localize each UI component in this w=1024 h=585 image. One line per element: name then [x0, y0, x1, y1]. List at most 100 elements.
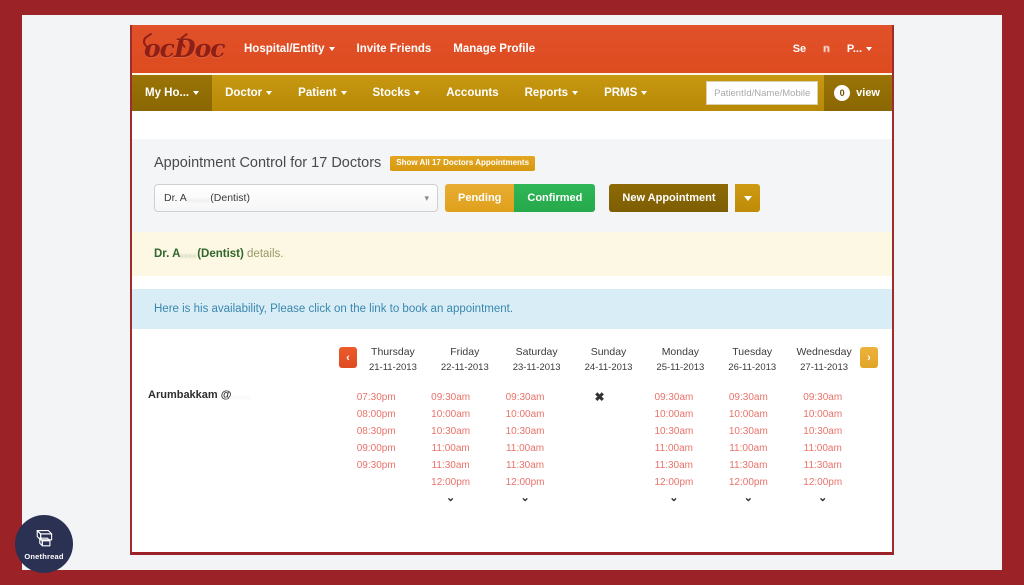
top-nav-hospital-entity[interactable]: Hospital/Entity [244, 43, 335, 55]
top-right-profile-menu[interactable]: P... [847, 43, 872, 55]
no-availability-icon: ✖ [594, 390, 605, 404]
day-name: Friday [450, 346, 480, 358]
doctor-details-specialty: (Dentist) [197, 248, 244, 260]
time-slot[interactable]: 10:00am [786, 406, 860, 423]
slot-column-thursday: 07:30pm 08:00pm 08:30pm 09:00pm 09:30pm [339, 389, 413, 505]
chevron-down-icon [328, 46, 335, 51]
time-slot[interactable]: 09:30am [488, 389, 562, 406]
top-nav-invite-friends[interactable]: Invite Friends [357, 43, 432, 55]
time-slot[interactable]: 12:00pm [488, 474, 562, 491]
top-nav-manage-profile[interactable]: Manage Profile [453, 43, 535, 55]
patient-search-placeholder: PatientId/Name/Mobile [714, 87, 811, 99]
doctor-select-suffix: (Dentist) [210, 192, 250, 204]
time-slot[interactable]: 10:30am [637, 423, 711, 440]
day-header-wednesday: Wednesday 27-11-2013 [788, 345, 860, 375]
time-slot[interactable]: 11:00am [413, 440, 487, 457]
time-slot[interactable]: 11:00am [711, 440, 785, 457]
top-nav-invite-friends-label: Invite Friends [356, 43, 432, 55]
time-slot[interactable]: 10:00am [488, 406, 562, 423]
nav-item-doctor-label: Doctor [225, 87, 263, 99]
slot-column-saturday: 09:30am 10:00am 10:30am 11:00am 11:30am … [488, 389, 562, 505]
doctor-select[interactable]: Dr. A...... (Dentist) ▾ [154, 184, 438, 212]
notice-gap [132, 276, 892, 289]
view-count-badge: 0 [834, 85, 851, 101]
time-slot[interactable]: 08:00pm [339, 406, 413, 423]
time-slot[interactable]: 12:00pm [637, 474, 711, 491]
time-slot[interactable]: 10:30am [711, 423, 785, 440]
time-slot[interactable]: 09:30pm [339, 457, 413, 474]
time-slot[interactable]: 12:00pm [413, 474, 487, 491]
show-more-slots-icon[interactable]: ⌄ [711, 491, 785, 505]
docdoc-logo[interactable]: ocDoc [140, 32, 226, 66]
main-nav-bar: My Ho... Doctor Patient Stocks Accounts … [132, 73, 892, 111]
time-slot[interactable]: 10:30am [413, 423, 487, 440]
chevron-down-icon [266, 91, 273, 95]
day-header-sunday: Sunday 24-11-2013 [573, 345, 645, 375]
nav-item-patient[interactable]: Patient [285, 75, 359, 111]
show-more-slots-icon[interactable]: ⌄ [637, 491, 711, 505]
time-slot[interactable]: 11:30am [413, 457, 487, 474]
top-right-profile-label: P... [846, 43, 862, 55]
time-slot[interactable]: 12:00pm [711, 474, 785, 491]
availability-notice: Here is his availability, Please click o… [132, 289, 892, 329]
time-slot[interactable]: 09:30am [711, 389, 785, 406]
time-slot[interactable]: 10:00am [637, 406, 711, 423]
onethread-label: Onethread [24, 551, 64, 561]
day-header-tuesday: Tuesday 26-11-2013 [716, 345, 788, 375]
time-slot[interactable]: 11:00am [637, 440, 711, 457]
time-slot[interactable]: 10:30am [786, 423, 860, 440]
new-appointment-dropdown-toggle[interactable] [735, 184, 761, 212]
nav-item-accounts[interactable]: Accounts [433, 75, 511, 111]
time-slot[interactable]: 07:30pm [339, 389, 413, 406]
time-slot[interactable]: 11:30am [488, 457, 562, 474]
view-cart-button[interactable]: 0 view [824, 75, 892, 111]
time-slot[interactable]: 10:00am [413, 406, 487, 423]
pending-filter-button[interactable]: Pending [445, 184, 515, 212]
time-slot[interactable]: 11:30am [711, 457, 785, 474]
venue-redacted: .... [231, 389, 252, 401]
slot-column-monday: 09:30am 10:00am 10:30am 11:00am 11:30am … [637, 389, 711, 505]
new-appointment-button[interactable]: New Appointment [609, 184, 729, 212]
chevron-down-icon [414, 91, 421, 95]
nav-item-stocks-label: Stocks [372, 87, 411, 99]
confirmed-filter-button[interactable]: Confirmed [514, 184, 596, 212]
patient-search-input[interactable]: PatientId/Name/Mobile [706, 81, 819, 105]
nav-item-reports[interactable]: Reports [512, 75, 591, 111]
top-nav: Hospital/Entity Invite Friends Manage Pr… [244, 43, 535, 55]
nav-item-prms[interactable]: PRMS [591, 75, 660, 111]
time-slot[interactable]: 11:30am [786, 457, 860, 474]
nav-item-my-home[interactable]: My Ho... [132, 75, 213, 111]
day-date: 23-11-2013 [512, 362, 561, 373]
time-slot[interactable]: 09:30am [413, 389, 487, 406]
chevron-down-icon [866, 47, 872, 52]
time-slot[interactable]: 11:00am [488, 440, 562, 457]
time-slot[interactable]: 09:00pm [339, 440, 413, 457]
nav-item-stocks[interactable]: Stocks [360, 75, 434, 111]
time-slot[interactable]: 08:30pm [339, 423, 413, 440]
doctor-select-prefix: Dr. A [164, 192, 187, 204]
nav-item-doctor[interactable]: Doctor [212, 75, 285, 111]
show-more-slots-icon[interactable]: ⌄ [488, 491, 562, 505]
show-all-doctors-button[interactable]: Show All 17 Doctors Appointments [390, 155, 536, 171]
next-week-button[interactable]: › [860, 347, 878, 368]
time-slot[interactable]: 09:30am [637, 389, 711, 406]
chevron-down-icon [641, 91, 648, 95]
show-more-slots-icon[interactable]: ⌄ [786, 491, 860, 505]
doctor-select-redacted: ...... [186, 192, 211, 204]
top-right-settings-label[interactable]: Se [793, 43, 806, 55]
time-slot[interactable]: 11:00am [786, 440, 860, 457]
slot-column-friday: 09:30am 10:00am 10:30am 11:00am 11:30am … [413, 389, 487, 505]
top-right-redacted-label[interactable]: n [823, 43, 830, 55]
nav-right-group: PatientId/Name/Mobile 0 view [706, 75, 892, 111]
time-slot[interactable]: 11:30am [637, 457, 711, 474]
slot-column-wednesday: 09:30am 10:00am 10:30am 11:00am 11:30am … [786, 389, 860, 505]
show-more-slots-icon[interactable]: ⌄ [413, 491, 487, 505]
time-slot[interactable]: 10:30am [488, 423, 562, 440]
time-slot[interactable]: 12:00pm [786, 474, 860, 491]
top-right-user-area: Se n P... [793, 43, 880, 55]
day-date: 22-11-2013 [440, 362, 489, 373]
page-title: Appointment Control for 17 Doctors [154, 155, 382, 171]
time-slot[interactable]: 10:00am [711, 406, 785, 423]
prev-week-button[interactable]: ‹ [339, 347, 357, 368]
time-slot[interactable]: 09:30am [786, 389, 860, 406]
